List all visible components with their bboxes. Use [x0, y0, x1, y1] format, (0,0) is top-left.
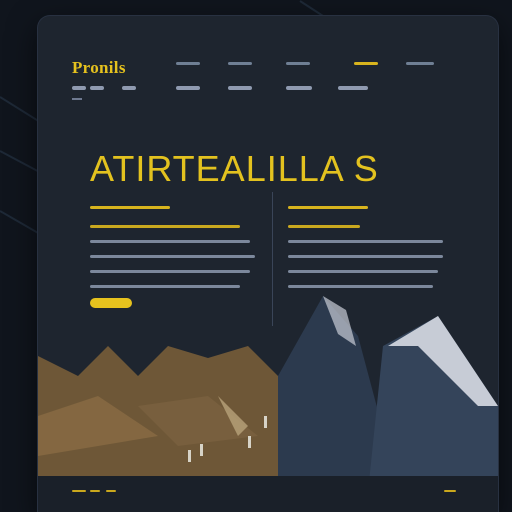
nav-link[interactable] — [176, 62, 200, 65]
text-line — [90, 270, 250, 273]
footer-link[interactable] — [72, 490, 86, 492]
website-panel: Pronils ATIRTEALILLA S — [38, 16, 498, 512]
footer-link[interactable] — [106, 490, 116, 492]
text-line — [288, 240, 443, 243]
text-line — [90, 255, 255, 258]
top-navigation: Pronils — [38, 16, 498, 116]
column-heading — [90, 206, 170, 209]
footer — [38, 476, 498, 512]
subnav-link[interactable] — [286, 86, 312, 90]
subnav-link[interactable] — [72, 86, 86, 90]
column-heading — [288, 206, 368, 209]
text-line — [90, 225, 240, 228]
subnav-link[interactable] — [122, 86, 136, 90]
subnav-meta — [72, 98, 82, 100]
mountain-illustration — [38, 296, 498, 492]
hero-title: ATIRTEALILLA S — [90, 148, 379, 189]
subnav-link[interactable] — [90, 86, 104, 90]
subnav-link[interactable] — [228, 86, 252, 90]
nav-link[interactable] — [228, 62, 252, 65]
nav-link-active[interactable] — [354, 62, 378, 65]
subnav-link[interactable] — [338, 86, 368, 90]
site-logo[interactable]: Pronils — [72, 58, 126, 78]
footer-link[interactable] — [90, 490, 100, 492]
footer-link[interactable] — [444, 490, 456, 492]
text-line — [288, 225, 360, 228]
text-line — [90, 240, 250, 243]
nav-link[interactable] — [286, 62, 310, 65]
nav-link[interactable] — [406, 62, 434, 65]
text-line — [288, 270, 438, 273]
text-line — [288, 255, 443, 258]
subnav-link[interactable] — [176, 86, 200, 90]
